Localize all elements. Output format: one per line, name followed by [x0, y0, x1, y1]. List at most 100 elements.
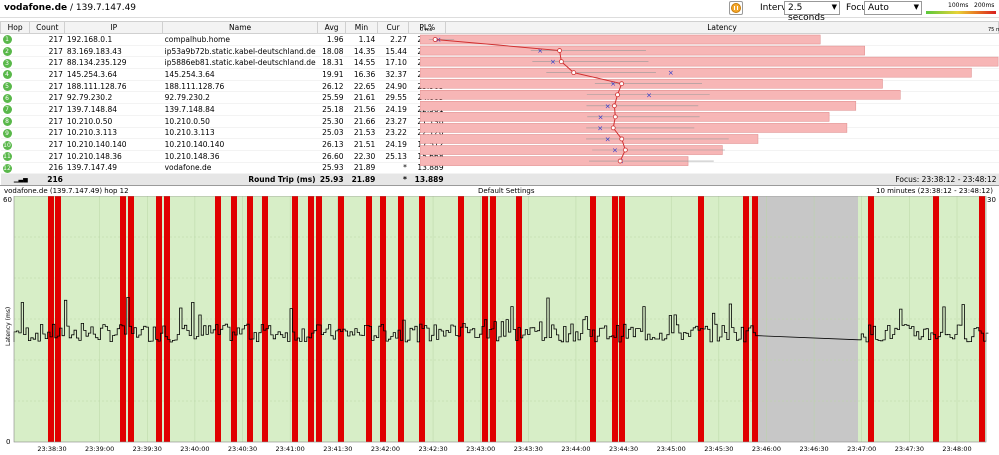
- cell-count: 217: [29, 115, 65, 128]
- avg-marker: [617, 158, 623, 164]
- packet-loss-bar: [482, 196, 488, 442]
- focus-select[interactable]: Auto ▼: [864, 1, 922, 15]
- hop-icon: 1: [2, 35, 12, 45]
- cell-cur: 15.44: [377, 45, 409, 58]
- col-avg[interactable]: Avg: [317, 21, 347, 34]
- packet-loss-bar: [338, 196, 344, 442]
- cell-min: 16.36: [345, 68, 378, 81]
- cell-count: 216: [29, 162, 65, 175]
- y-axis-label: Latency (ms): [5, 307, 12, 346]
- cell-name: 10.210.148.36: [162, 150, 318, 163]
- hop-cell: 12: [0, 162, 30, 175]
- hop-cell: 5: [0, 80, 30, 93]
- pause-button[interactable]: [729, 1, 743, 15]
- packet-loss-bar: [420, 56, 999, 67]
- summary-label: Round Trip (ms): [162, 173, 318, 187]
- cell-ip: 10.210.140.140: [64, 138, 163, 151]
- cell-avg: 25.93: [317, 162, 346, 175]
- y-tick-label: 0: [6, 438, 10, 446]
- x-tick-label: 23:45:30: [704, 445, 733, 453]
- current-marker: ×: [550, 58, 556, 66]
- cell-count: 217: [29, 127, 65, 140]
- x-tick-label: 23:46:30: [800, 445, 829, 453]
- chevron-down-icon: ▼: [831, 3, 837, 11]
- packet-loss-bar: [292, 196, 298, 442]
- x-tick-label: 23:45:00: [657, 445, 686, 453]
- col-hop[interactable]: Hop: [0, 21, 31, 34]
- cell-avg: 18.31: [317, 56, 346, 70]
- cell-avg: 18.08: [317, 45, 346, 58]
- avg-marker: [557, 48, 562, 53]
- chevron-down-icon: ▼: [913, 3, 919, 11]
- packet-loss-bar: [156, 196, 162, 442]
- target-title: vodafone.de / 139.7.147.49: [4, 3, 136, 13]
- cell-cur: 32.37: [377, 68, 409, 81]
- packet-loss-bar: [516, 196, 522, 442]
- col-name[interactable]: Name: [162, 21, 319, 34]
- col-cur[interactable]: Cur: [376, 21, 410, 34]
- hop-cell: 4: [0, 68, 30, 81]
- cell-min: 22.65: [345, 80, 378, 93]
- cell-ip: 10.210.3.113: [64, 127, 163, 140]
- interval-select[interactable]: 2.5 seconds ▼: [784, 1, 840, 23]
- hop-icon: 12: [2, 163, 12, 173]
- x-tick-label: 23:44:30: [609, 445, 638, 453]
- cell-name: ip5886eb81.static.kabel-deutschland.de: [162, 56, 318, 70]
- packet-loss-bar: [619, 196, 625, 442]
- summary-empty: [64, 173, 163, 187]
- avg-marker: [622, 147, 628, 153]
- target-ip: / 139.7.147.49: [70, 3, 137, 13]
- cell-avg: 25.59: [317, 91, 346, 105]
- packet-loss-bar: [366, 196, 372, 442]
- graph-title-left: vodafone.de (139.7.147.49) hop 12: [4, 187, 129, 195]
- summary-min: 21.89: [345, 173, 378, 187]
- packet-loss-bar: [490, 196, 496, 442]
- avg-marker: [612, 114, 618, 120]
- cell-cur: 24.19: [377, 138, 409, 151]
- cell-name: 188.111.128.76: [162, 80, 318, 93]
- cell-name: 10.210.0.50: [162, 115, 318, 128]
- x-tick-label: 23:42:00: [371, 445, 400, 453]
- summary-pl: 13.889: [408, 173, 446, 187]
- cell-cur: 25.13: [377, 150, 409, 163]
- packet-loss-bar: [612, 196, 618, 442]
- current-marker: ×: [605, 135, 611, 143]
- latency-min-label: 0 ms: [420, 27, 433, 33]
- packet-loss-bar: [55, 196, 61, 442]
- latency-max-label: 75 ms: [988, 27, 999, 33]
- hop-cell: 10: [0, 138, 30, 151]
- packet-loss-bar: [308, 196, 314, 442]
- packet-loss-bar: [262, 196, 268, 442]
- packet-loss-bar: [420, 67, 972, 78]
- col-min[interactable]: Min: [345, 21, 378, 34]
- latency-timeline-chart[interactable]: 23:38:30 23:39:00 23:39:30 23:40:00 23:40:30…: [0, 196, 999, 455]
- x-tick-label: 23:40:30: [228, 445, 257, 453]
- x-tick-label: 23:46:00: [752, 445, 781, 453]
- col-ip[interactable]: IP: [64, 21, 164, 34]
- x-tick-label: 23:40:00: [180, 445, 209, 453]
- cell-min: 21.51: [345, 138, 378, 151]
- cell-cur: 2.27: [377, 33, 409, 46]
- avg-marker: [432, 37, 438, 42]
- x-tick-label: 23:41:00: [276, 445, 305, 453]
- x-tick-label: 23:39:00: [85, 445, 114, 453]
- current-marker: ×: [612, 147, 618, 155]
- hop-icon: 10: [2, 140, 12, 150]
- col-count[interactable]: Count: [29, 21, 66, 34]
- cell-min: 21.56: [345, 103, 378, 116]
- cell-ip: 139.7.147.49: [64, 162, 163, 175]
- panel-divider[interactable]: [0, 185, 999, 186]
- packet-loss-bar: [933, 196, 939, 442]
- cell-avg: 26.12: [317, 80, 346, 93]
- graph-title-right: 10 minutes (23:38:12 - 23:48:12): [875, 187, 993, 195]
- cell-avg: 19.91: [317, 68, 346, 81]
- cell-ip: 192.168.0.1: [64, 33, 163, 46]
- hop-cell: 6: [0, 91, 30, 105]
- cell-cur: 29.55: [377, 91, 409, 105]
- packet-loss-bar: [231, 196, 237, 442]
- hop-cell: 2: [0, 45, 30, 58]
- cell-cur: 24.90: [377, 80, 409, 93]
- cell-name: 139.7.148.84: [162, 103, 318, 116]
- x-tick-label: 23:39:30: [133, 445, 162, 453]
- packet-loss-bar: [215, 196, 221, 442]
